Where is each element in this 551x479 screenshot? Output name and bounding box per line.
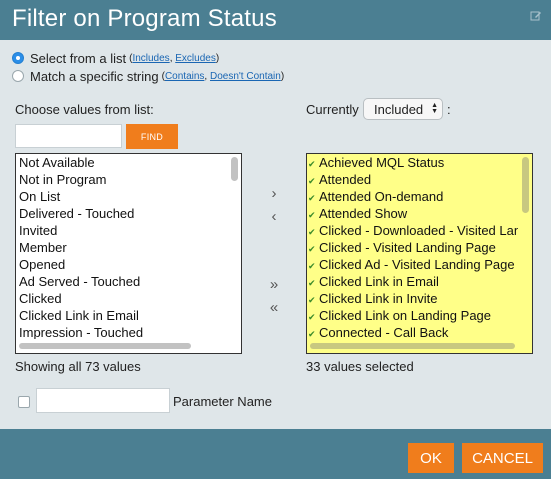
list-item[interactable]: ✔ Attended Show	[307, 205, 518, 222]
list-item[interactable]: Clicked	[16, 290, 227, 307]
list-item[interactable]: Invited	[16, 222, 227, 239]
right-vertical-scrollbar[interactable]	[518, 154, 532, 339]
move-all-left-button[interactable]: «	[266, 300, 282, 316]
list-item-label: Clicked - Visited Landing Page	[319, 240, 496, 255]
list-item-label: Attended On-demand	[319, 189, 444, 204]
available-values-list[interactable]: Not Available Not in Program On List Delive…	[15, 153, 242, 354]
filter-dialog: Filter on Program Status Select from a l…	[0, 0, 551, 479]
list-item[interactable]: ✔ Attended On-demand	[307, 188, 518, 205]
selected-values-items: ✔ Achieved MQL Status ✔ Attended ✔ Attended O…	[307, 154, 518, 339]
selected-values-list[interactable]: ✔ Achieved MQL Status ✔ Attended ✔ Attended O…	[306, 153, 533, 354]
left-horizontal-scrollbar[interactable]	[16, 339, 241, 353]
match-string-options: (Contains, Doesn't Contain)	[161, 70, 285, 82]
list-item[interactable]: Member	[16, 239, 227, 256]
list-item[interactable]: ✔ Clicked Link in Email	[307, 273, 518, 290]
list-item[interactable]: ✔Clicked - Downloaded - Visited Landing …	[307, 222, 518, 239]
list-item-label: Impression - Touched	[19, 325, 144, 339]
dialog-header: Filter on Program Status	[0, 0, 551, 40]
list-item-label: On List	[19, 189, 61, 204]
excludes-link[interactable]: Excludes	[175, 53, 216, 64]
list-item-label: Attended	[319, 172, 372, 187]
currently-label: Currently	[306, 102, 359, 117]
list-item-label: Clicked Link in Invite	[319, 291, 438, 306]
match-string-radio[interactable]	[12, 70, 24, 82]
list-item-label: Clicked	[19, 291, 62, 306]
ok-button[interactable]: OK	[408, 443, 454, 473]
list-item-label: Not Available	[19, 155, 95, 170]
list-item-label: Not in Program	[19, 172, 107, 187]
dialog-footer: OK CANCEL	[0, 429, 551, 479]
list-item-label: Ad Served - Touched	[19, 274, 141, 289]
list-item-label: Invited	[19, 223, 58, 238]
dialog-title: Filter on Program Status	[12, 5, 277, 32]
move-all-right-button[interactable]: »	[266, 277, 282, 293]
select-from-list-label: Select from a list	[30, 50, 127, 66]
check-icon: ✔	[308, 329, 316, 339]
select-arrows-icon: ▲ ▼	[431, 102, 438, 115]
match-string-label: Match a specific string	[30, 68, 159, 84]
contains-link[interactable]: Contains	[165, 71, 204, 82]
list-item[interactable]: Clicked Link in Email	[16, 307, 227, 324]
list-item-label: Clicked - Downloaded - Visited Landing P…	[319, 223, 518, 238]
list-item-label: Clicked Link in Email	[319, 274, 439, 289]
radio-row-select-list[interactable]: Select from a list (Includes, Excludes)	[12, 50, 219, 66]
available-count-status: Showing all 73 values	[15, 359, 141, 374]
list-item-label: Clicked Ad - Visited Landing Page	[319, 257, 515, 272]
list-item[interactable]: ✔ Clicked Link in Invite	[307, 290, 518, 307]
select-from-list-radio[interactable]	[12, 52, 24, 64]
right-vertical-scroll-thumb[interactable]	[522, 157, 529, 213]
list-item-label: Clicked Link in Email	[19, 308, 139, 323]
available-values-items: Not Available Not in Program On List Delive…	[16, 154, 227, 339]
list-item-label: Clicked Link on Landing Page	[319, 308, 492, 323]
list-item[interactable]: Not Available	[16, 154, 227, 171]
list-item[interactable]: Delivered - Touched	[16, 205, 227, 222]
select-list-options: (Includes, Excludes)	[129, 52, 220, 64]
right-horizontal-scrollbar[interactable]	[307, 339, 532, 353]
list-item[interactable]: ✔ Attended	[307, 171, 518, 188]
list-item[interactable]: Ad Served - Touched	[16, 273, 227, 290]
parameter-name-input[interactable]	[36, 388, 170, 413]
selected-count-status: 33 values selected	[306, 359, 414, 374]
choose-values-label: Choose values from list:	[15, 102, 154, 117]
list-item[interactable]: Impression - Touched	[16, 324, 227, 339]
cancel-button[interactable]: CANCEL	[462, 443, 543, 473]
move-left-button[interactable]: ‹	[266, 209, 282, 225]
doesnt-contain-link[interactable]: Doesn't Contain	[210, 71, 281, 82]
list-item-label: Attended Show	[319, 206, 408, 221]
left-horizontal-scroll-thumb[interactable]	[19, 343, 191, 349]
list-item[interactable]: ✔ Connected - Call Back	[307, 324, 518, 339]
list-item[interactable]: ✔ Clicked Ad - Visited Landing Page	[307, 256, 518, 273]
currently-select[interactable]: Included ▲ ▼	[363, 98, 443, 120]
list-item-label: Delivered - Touched	[19, 206, 135, 221]
includes-link[interactable]: Includes	[132, 53, 169, 64]
move-right-button[interactable]: ›	[266, 186, 282, 202]
list-item[interactable]: On List	[16, 188, 227, 205]
find-button[interactable]: FIND	[126, 124, 178, 149]
list-item[interactable]: ✔ Achieved MQL Status	[307, 154, 518, 171]
currently-colon: :	[447, 102, 451, 117]
list-item[interactable]: ✔ Clicked Link on Landing Page	[307, 307, 518, 324]
list-item-label: Opened	[19, 257, 66, 272]
right-horizontal-scroll-thumb[interactable]	[310, 343, 515, 349]
list-item-label: Achieved MQL Status	[319, 155, 445, 170]
edit-icon[interactable]	[530, 10, 542, 22]
left-vertical-scroll-thumb[interactable]	[231, 157, 238, 181]
list-item[interactable]: Not in Program	[16, 171, 227, 188]
parameter-name-label: Parameter Name	[173, 394, 272, 409]
dialog-body: Select from a list (Includes, Excludes) …	[0, 40, 551, 429]
search-input[interactable]	[15, 124, 122, 148]
radio-row-match-string[interactable]: Match a specific string (Contains, Doesn…	[12, 68, 284, 84]
currently-select-value: Included	[374, 101, 424, 117]
list-item[interactable]: ✔ Clicked - Visited Landing Page	[307, 239, 518, 256]
list-item-label: Connected - Call Back	[319, 325, 449, 339]
parameter-checkbox[interactable]	[18, 396, 30, 408]
list-item[interactable]: Opened	[16, 256, 227, 273]
list-item-label: Member	[19, 240, 67, 255]
left-vertical-scrollbar[interactable]	[227, 154, 241, 339]
